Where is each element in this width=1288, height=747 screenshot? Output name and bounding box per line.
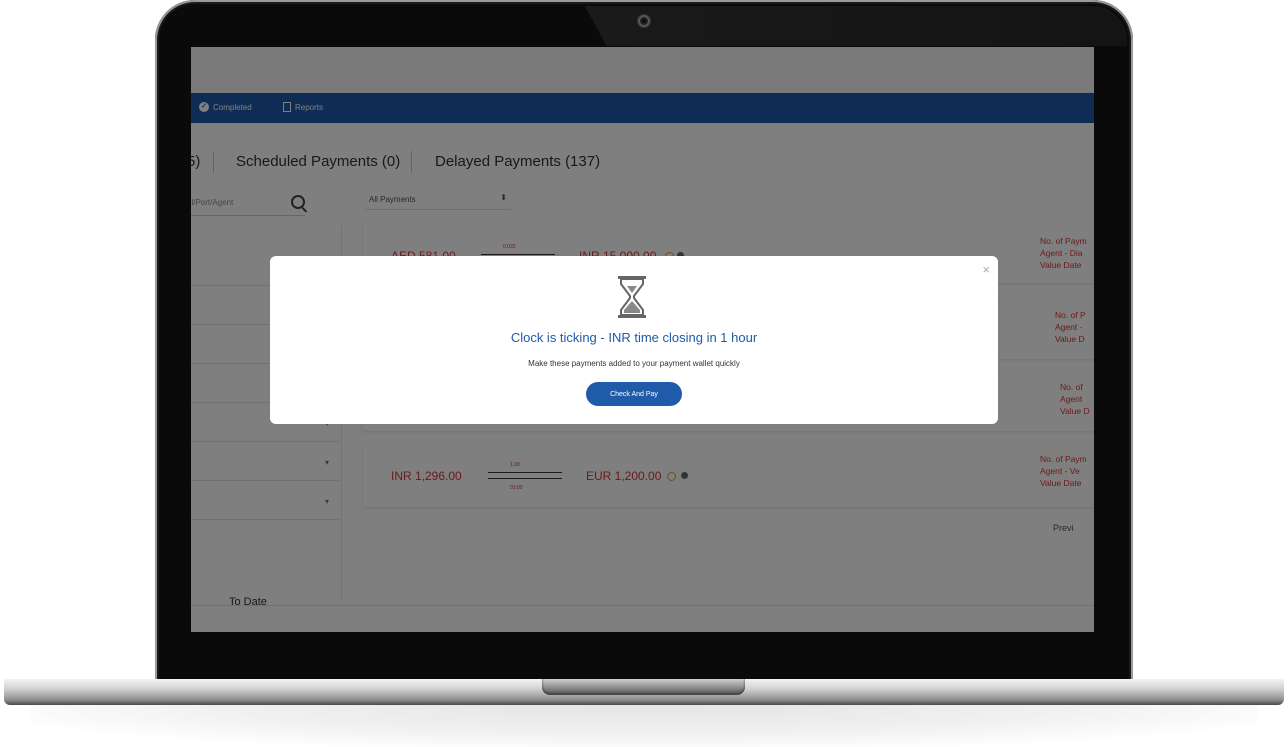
close-icon[interactable]: × [982, 262, 990, 277]
modal-title: Clock is ticking - INR time closing in 1… [510, 330, 758, 345]
camera-icon [638, 15, 650, 27]
app-screen: ✓ Completed Reports 5) Scheduled Payment… [191, 47, 1094, 632]
check-and-pay-button[interactable]: Check And Pay [586, 382, 682, 406]
bezel-gloss [585, 6, 1127, 46]
laptop-notch [542, 679, 745, 695]
hourglass-icon [618, 276, 646, 318]
laptop-shadow [30, 705, 1258, 747]
modal-message: Make these payments added to your paymen… [528, 359, 740, 368]
time-closing-modal: × Clock is ticking - INR time closing in… [270, 256, 998, 424]
